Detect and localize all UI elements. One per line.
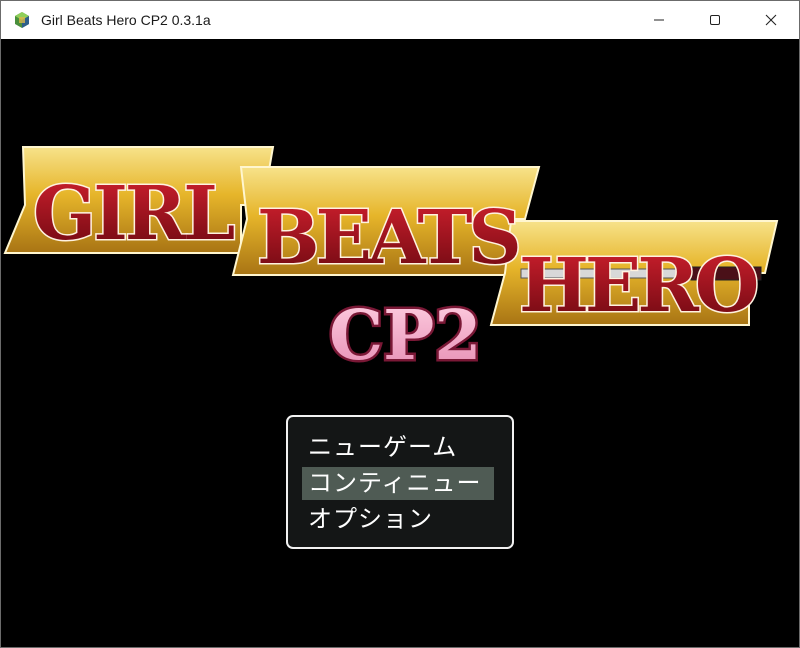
game-window: Girl Beats Hero CP2 0.3.1a GIRL BEATS HE… — [0, 0, 800, 648]
maximize-icon — [710, 15, 720, 25]
menu-item-new-game[interactable]: ニューゲーム — [302, 431, 457, 464]
game-logo: GIRL BEATS HERO CP2 — [3, 146, 779, 371]
menu-item-continue[interactable]: コンティニュー — [302, 467, 494, 500]
logo-word-girl: GIRL — [33, 171, 234, 257]
minimize-button[interactable] — [631, 1, 687, 39]
close-icon — [765, 14, 777, 26]
maximize-button[interactable] — [687, 1, 743, 39]
title-bar[interactable]: Girl Beats Hero CP2 0.3.1a — [1, 1, 799, 39]
logo-word-hero: HERO — [519, 243, 757, 329]
game-screen[interactable]: GIRL BEATS HERO CP2 ニューゲーム コンティニュー オプション — [1, 39, 799, 647]
window-title: Girl Beats Hero CP2 0.3.1a — [41, 12, 211, 28]
minimize-icon — [654, 19, 664, 21]
title-menu: ニューゲーム コンティニュー オプション — [286, 415, 514, 549]
app-icon — [15, 12, 29, 28]
menu-item-options[interactable]: オプション — [302, 503, 433, 536]
logo-word-beats: BEATS — [257, 195, 518, 281]
logo-subtitle: CP2 — [329, 296, 482, 371]
window-controls — [631, 1, 799, 39]
close-button[interactable] — [743, 1, 799, 39]
